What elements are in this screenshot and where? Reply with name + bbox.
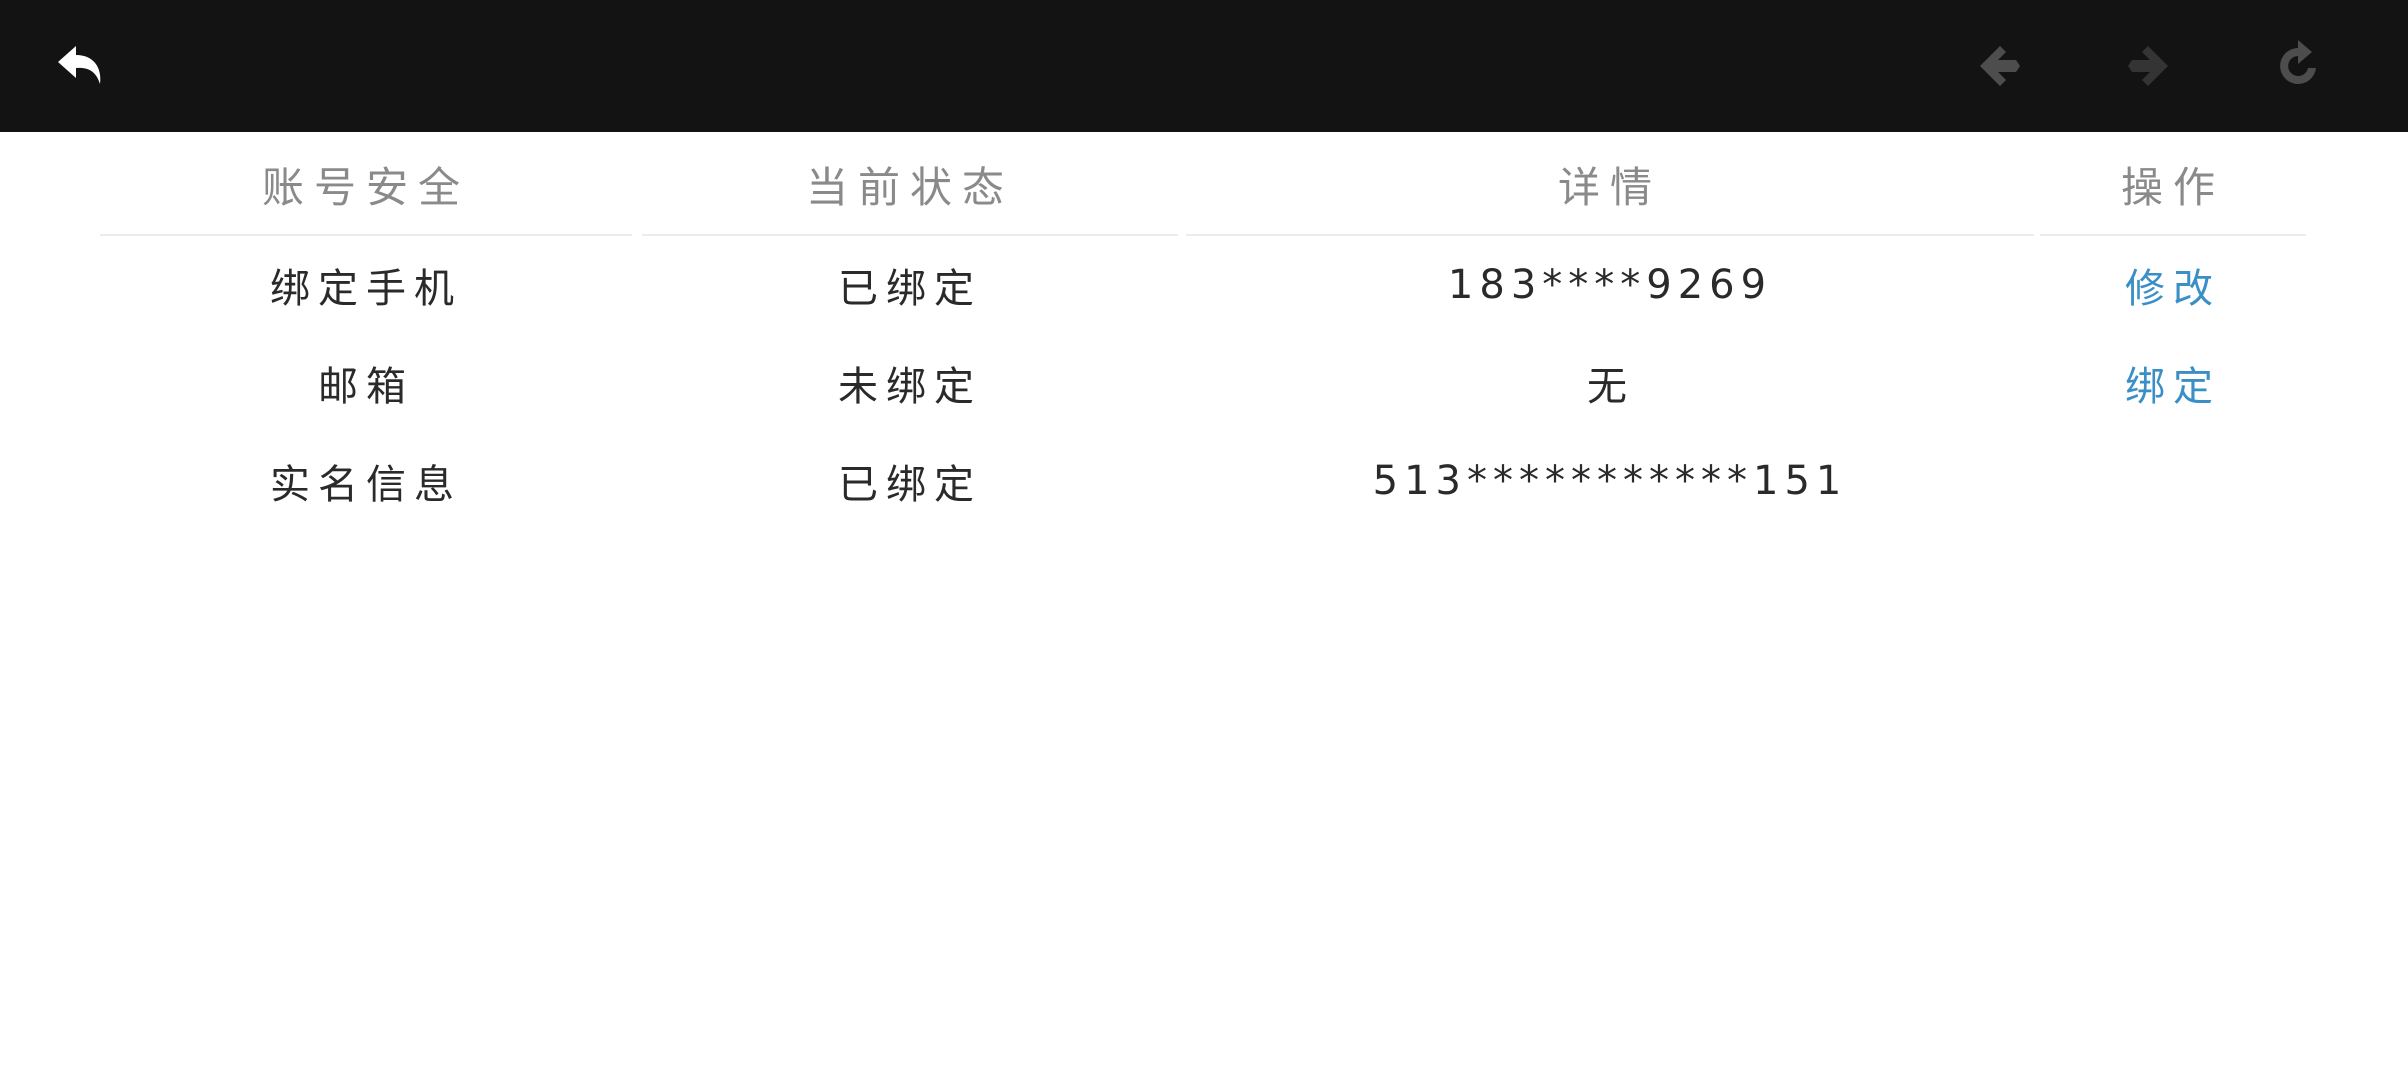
row-item-label: 绑定手机 (270, 266, 462, 312)
row-status: 未绑定 (838, 364, 982, 410)
back-button[interactable] (42, 26, 122, 106)
next-button[interactable] (2108, 26, 2188, 106)
account-security-table: 账号安全 当前状态 详情 操作 绑定手机 已绑定 183****9269 修改 … (0, 132, 2408, 530)
table-header-row: 账号安全 当前状态 详情 操作 (0, 132, 2408, 236)
row-item-label: 邮箱 (318, 364, 414, 410)
next-diamond-arrow-icon (2128, 46, 2168, 86)
refresh-icon (2280, 40, 2316, 84)
row-status: 已绑定 (838, 462, 982, 508)
modify-phone-button[interactable]: 修改 (2040, 236, 2306, 334)
row-detail: 513***********151 (1372, 458, 1848, 504)
table-row-phone: 绑定手机 已绑定 183****9269 修改 (0, 236, 2408, 334)
refresh-button[interactable] (2258, 26, 2338, 106)
header-operation: 操作 (2040, 132, 2306, 236)
header-account-security: 账号安全 (100, 132, 632, 236)
top-toolbar (0, 0, 2408, 132)
table-row-realname: 实名信息 已绑定 513***********151 (0, 432, 2408, 530)
row-action-empty (2040, 432, 2306, 530)
header-details: 详情 (1186, 132, 2034, 236)
row-detail: 无 (1587, 364, 1633, 410)
header-current-status: 当前状态 (642, 132, 1178, 236)
row-item-label: 实名信息 (270, 462, 462, 508)
bind-email-button[interactable]: 绑定 (2040, 334, 2306, 432)
prev-button[interactable] (1960, 26, 2040, 106)
back-arrow-icon (58, 46, 101, 84)
table-row-email: 邮箱 未绑定 无 绑定 (0, 334, 2408, 432)
row-detail: 183****9269 (1447, 262, 1773, 308)
row-status: 已绑定 (838, 266, 982, 312)
prev-diamond-arrow-icon (1980, 46, 2020, 86)
